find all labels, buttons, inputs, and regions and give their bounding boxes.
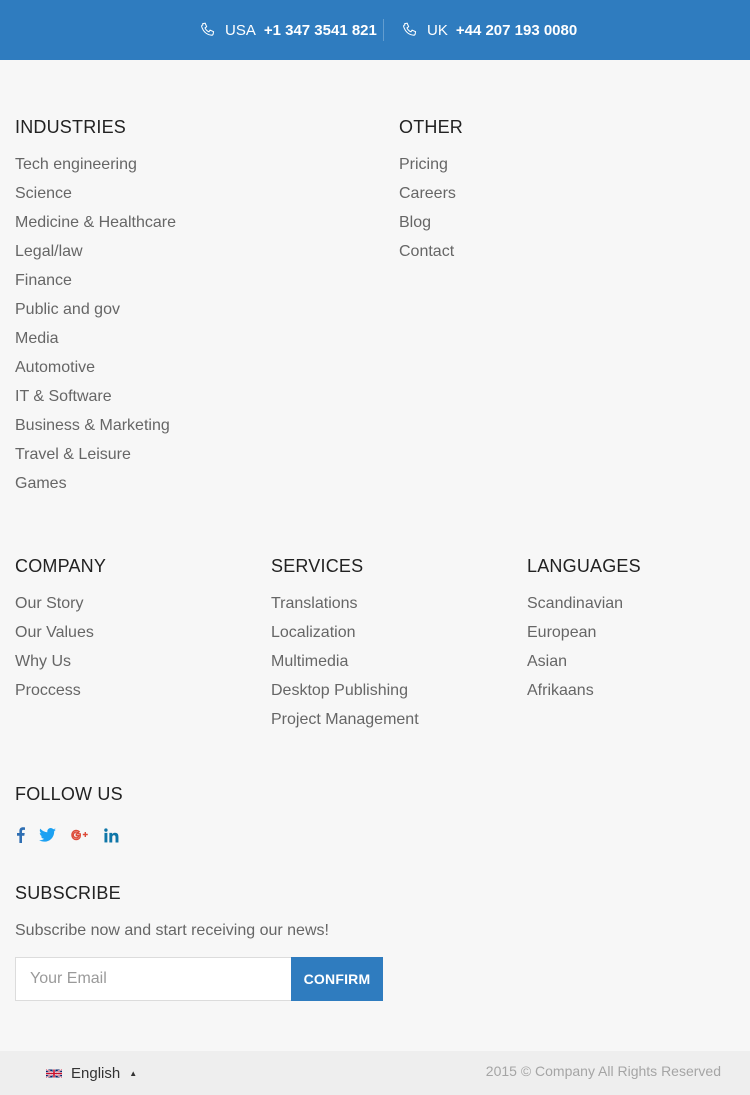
languages-item-scandinavian[interactable]: Scandinavian	[527, 594, 623, 623]
other-item-contact[interactable]: Contact	[399, 242, 456, 271]
services-heading: SERVICES	[271, 556, 364, 576]
industries-item-medicine[interactable]: Medicine & Healthcare	[15, 213, 176, 242]
social-links	[15, 824, 132, 846]
industries-item-travel-leisure[interactable]: Travel & Leisure	[15, 445, 176, 474]
industries-item-it-software[interactable]: IT & Software	[15, 387, 176, 416]
contact-bar: USA +1 347 3541 821 UK +44 207 193 0080	[0, 0, 750, 60]
email-input[interactable]	[15, 957, 292, 1001]
uk-number[interactable]: +44 207 193 0080	[456, 22, 577, 39]
company-heading: COMPANY	[15, 556, 107, 576]
services-item-localization[interactable]: Localization	[271, 623, 419, 652]
bottom-bar: English ▲ 2015 © Company All Rights Rese…	[0, 1051, 750, 1095]
subscribe-heading: SUBSCRIBE	[15, 883, 121, 903]
other-item-blog[interactable]: Blog	[399, 213, 456, 242]
industries-item-science[interactable]: Science	[15, 184, 176, 213]
services-item-desktop-publishing[interactable]: Desktop Publishing	[271, 681, 419, 710]
other-item-pricing[interactable]: Pricing	[399, 155, 456, 184]
language-label: English	[71, 1064, 121, 1082]
industries-item-automotive[interactable]: Automotive	[15, 358, 176, 387]
uk-flag-icon	[46, 1068, 62, 1078]
linkedin-icon[interactable]	[103, 824, 119, 846]
uk-phone[interactable]: UK +44 207 193 0080	[401, 0, 577, 60]
languages-list: Scandinavian European Asian Afrikaans	[527, 594, 623, 710]
languages-item-european[interactable]: European	[527, 623, 623, 652]
industries-item-media[interactable]: Media	[15, 329, 176, 358]
industries-list: Tech engineering Science Medicine & Heal…	[15, 155, 176, 503]
subscribe-description: Subscribe now and start receiving our ne…	[15, 922, 329, 939]
other-item-careers[interactable]: Careers	[399, 184, 456, 213]
other-list: Pricing Careers Blog Contact	[399, 155, 456, 271]
google-plus-icon[interactable]	[70, 824, 90, 846]
usa-phone[interactable]: USA +1 347 3541 821	[199, 0, 377, 60]
company-item-process[interactable]: Proccess	[15, 681, 94, 710]
caret-up-icon: ▲	[129, 1068, 138, 1078]
usa-number[interactable]: +1 347 3541 821	[264, 22, 377, 39]
industries-item-tech-engineering[interactable]: Tech engineering	[15, 155, 176, 184]
industries-item-business-marketing[interactable]: Business & Marketing	[15, 416, 176, 445]
industries-item-finance[interactable]: Finance	[15, 271, 176, 300]
services-list: Translations Localization Multimedia Des…	[271, 594, 419, 739]
company-item-our-story[interactable]: Our Story	[15, 594, 94, 623]
facebook-icon[interactable]	[15, 824, 25, 846]
language-selector[interactable]: English ▲	[46, 1051, 137, 1095]
topbar-divider	[383, 19, 384, 41]
industries-heading: INDUSTRIES	[15, 117, 127, 137]
industries-item-games[interactable]: Games	[15, 474, 176, 503]
languages-item-afrikaans[interactable]: Afrikaans	[527, 681, 623, 710]
phone-icon	[201, 22, 215, 36]
services-item-project-management[interactable]: Project Management	[271, 710, 419, 739]
uk-label: UK	[427, 21, 448, 39]
services-item-multimedia[interactable]: Multimedia	[271, 652, 419, 681]
confirm-button[interactable]: CONFIRM	[291, 957, 383, 1001]
company-item-our-values[interactable]: Our Values	[15, 623, 94, 652]
copyright-text: 2015 © Company All Rights Reserved	[485, 1063, 721, 1079]
industries-item-public-gov[interactable]: Public and gov	[15, 300, 176, 329]
languages-heading: LANGUAGES	[527, 556, 641, 576]
company-item-why-us[interactable]: Why Us	[15, 652, 94, 681]
industries-item-legal[interactable]: Legal/law	[15, 242, 176, 271]
twitter-icon[interactable]	[38, 824, 57, 846]
services-item-translations[interactable]: Translations	[271, 594, 419, 623]
follow-heading: FOLLOW US	[15, 784, 123, 804]
phone-icon	[403, 22, 417, 36]
company-list: Our Story Our Values Why Us Proccess	[15, 594, 94, 710]
other-heading: OTHER	[399, 117, 463, 137]
usa-label: USA	[225, 21, 256, 39]
languages-item-asian[interactable]: Asian	[527, 652, 623, 681]
